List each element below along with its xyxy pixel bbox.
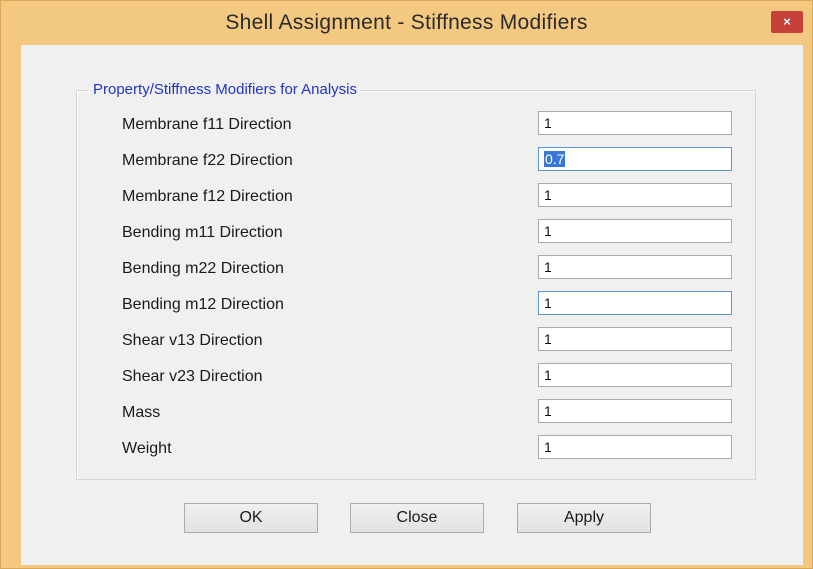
apply-button[interactable]: Apply [517,503,651,533]
ok-button[interactable]: OK [184,503,318,533]
input-weight[interactable]: 1 [538,435,732,459]
window-title: Shell Assignment - Stiffness Modifiers [225,11,588,34]
selected-text: 0.7 [544,151,566,167]
dialog-window: Shell Assignment - Stiffness Modifiers ×… [0,0,813,569]
input-membrane-f22[interactable]: 0.7 [538,147,732,171]
label-weight: Weight [122,440,172,457]
input-bending-m12[interactable]: 1 [538,291,732,315]
group-legend: Property/Stiffness Modifiers for Analysi… [90,81,360,98]
input-shear-v23[interactable]: 1 [538,363,732,387]
close-icon: × [783,14,791,29]
input-bending-m22[interactable]: 1 [538,255,732,279]
label-membrane-f22: Membrane f22 Direction [122,152,293,169]
label-shear-v23: Shear v23 Direction [122,368,263,385]
input-membrane-f11[interactable]: 1 [538,111,732,135]
label-mass: Mass [122,404,161,421]
label-bending-m12: Bending m12 Direction [122,296,284,313]
dialog-body: Property/Stiffness Modifiers for Analysi… [21,45,803,565]
input-mass[interactable]: 1 [538,399,732,423]
modifiers-group: Property/Stiffness Modifiers for Analysi… [76,81,756,480]
label-bending-m22: Bending m22 Direction [122,260,284,277]
input-membrane-f12[interactable]: 1 [538,183,732,207]
label-membrane-f11: Membrane f11 Direction [122,116,292,133]
input-shear-v13[interactable]: 1 [538,327,732,351]
close-window-button[interactable]: × [771,11,803,33]
label-shear-v13: Shear v13 Direction [122,332,263,349]
label-membrane-f12: Membrane f12 Direction [122,188,293,205]
title-bar[interactable]: Shell Assignment - Stiffness Modifiers × [1,1,812,45]
label-bending-m11: Bending m11 Direction [122,224,283,241]
close-button[interactable]: Close [350,503,484,533]
input-bending-m11[interactable]: 1 [538,219,732,243]
